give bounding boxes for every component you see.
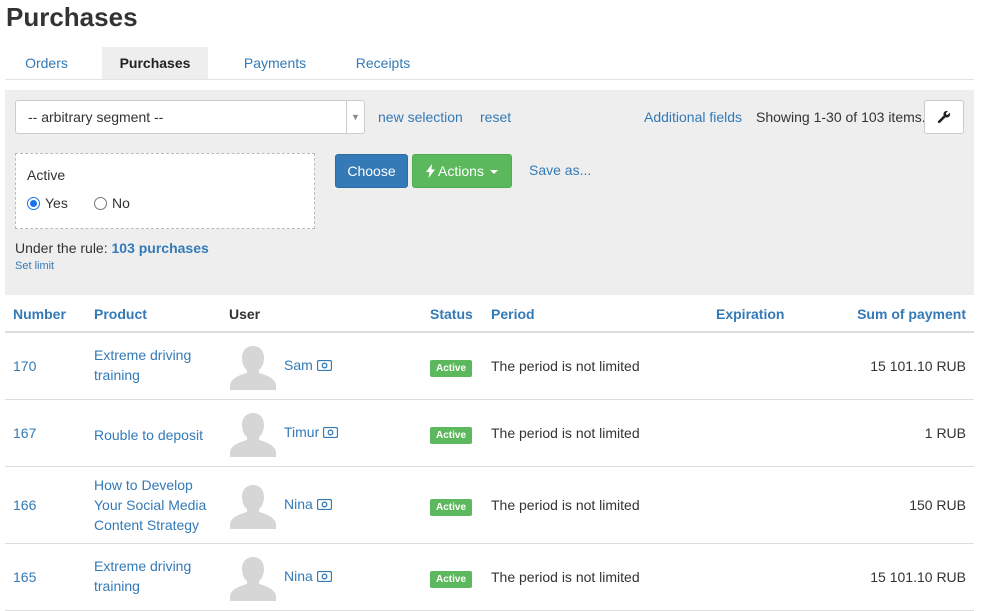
status-badge: Active <box>430 427 473 444</box>
tab-receipts[interactable]: Receipts <box>343 47 423 79</box>
status-badge: Active <box>430 499 473 516</box>
row-number-link[interactable]: 167 <box>13 425 36 441</box>
wrench-icon <box>937 110 951 124</box>
choose-button[interactable]: Choose <box>335 154 408 188</box>
rule-summary: Under the rule: 103 purchases <box>15 240 209 256</box>
radio-no[interactable]: No <box>94 195 130 211</box>
col-product[interactable]: Product <box>94 306 147 322</box>
row-number-link[interactable]: 165 <box>13 569 36 585</box>
row-sum: 150 RUB <box>909 497 966 513</box>
user-avatar-icon <box>230 485 276 529</box>
col-sum[interactable]: Sum of payment <box>857 306 966 322</box>
row-product-link[interactable]: How to Develop Your Social Media Content… <box>94 475 214 535</box>
row-period: The period is not limited <box>491 425 640 441</box>
filter-panel: -- arbitrary segment -- ▼ new selection … <box>5 90 974 295</box>
segment-select-value: -- arbitrary segment -- <box>28 109 164 125</box>
row-sum: 15 101.10 RUB <box>870 358 966 374</box>
actions-button-label: Actions <box>438 163 484 179</box>
row-product-link[interactable]: Extreme driving training <box>94 556 214 596</box>
table-row: 165 Extreme driving training Nina Active… <box>5 544 974 611</box>
row-user[interactable]: Sam <box>284 357 332 373</box>
row-product-link[interactable]: Rouble to deposit <box>94 425 214 445</box>
row-product-link[interactable]: Extreme driving training <box>94 345 214 385</box>
row-user-name[interactable]: Nina <box>284 496 313 512</box>
rule-label: Active <box>27 167 66 183</box>
table-row: 166 How to Develop Your Social Media Con… <box>5 467 974 544</box>
radio-yes-dot[interactable] <box>27 196 40 210</box>
tab-purchases[interactable]: Purchases <box>102 47 208 79</box>
items-count: Showing 1-30 of 103 items. <box>756 109 926 125</box>
id-card-icon[interactable] <box>323 426 339 438</box>
row-period: The period is not limited <box>491 497 640 513</box>
col-user: User <box>229 306 261 322</box>
radio-no-label: No <box>112 195 130 211</box>
tab-bar: Orders Purchases Payments Receipts <box>5 47 974 80</box>
row-user-name[interactable]: Sam <box>284 357 313 373</box>
caret-down-icon <box>489 170 498 174</box>
row-period: The period is not limited <box>491 358 640 374</box>
purchases-table: Number Product User Status Period Expira… <box>5 296 974 611</box>
col-status[interactable]: Status <box>430 306 473 322</box>
user-avatar-icon <box>230 557 276 601</box>
col-expiration[interactable]: Expiration <box>716 306 784 322</box>
page-title: Purchases <box>6 2 138 32</box>
user-avatar-icon <box>230 413 276 457</box>
rule-box: Active Yes No <box>15 153 315 229</box>
col-period[interactable]: Period <box>491 306 535 322</box>
status-badge: Active <box>430 571 473 588</box>
row-sum: 1 RUB <box>924 425 966 441</box>
segment-select[interactable]: -- arbitrary segment -- ▼ <box>15 100 365 134</box>
row-user[interactable]: Timur <box>284 424 339 440</box>
row-sum: 15 101.10 RUB <box>870 569 966 585</box>
row-user[interactable]: Nina <box>284 496 332 512</box>
save-as-link[interactable]: Save as... <box>529 162 591 178</box>
set-limit-link[interactable]: Set limit <box>15 260 54 272</box>
id-card-icon[interactable] <box>316 359 332 371</box>
table-row: 167 Rouble to deposit Timur Active The p… <box>5 400 974 467</box>
tab-orders[interactable]: Orders <box>5 47 88 79</box>
table-row: 170 Extreme driving training Sam Active … <box>5 333 974 400</box>
row-user-name[interactable]: Timur <box>284 424 319 440</box>
table-header: Number Product User Status Period Expira… <box>5 296 974 333</box>
additional-fields-link[interactable]: Additional fields <box>644 109 742 125</box>
radio-yes[interactable]: Yes <box>27 195 68 211</box>
actions-button[interactable]: Actions <box>412 154 512 188</box>
new-selection-link[interactable]: new selection <box>378 109 463 125</box>
settings-button[interactable] <box>924 100 964 134</box>
radio-no-dot[interactable] <box>94 196 107 210</box>
bolt-icon <box>426 164 436 178</box>
user-avatar-icon <box>230 346 276 390</box>
id-card-icon[interactable] <box>316 498 332 510</box>
row-number-link[interactable]: 170 <box>13 358 36 374</box>
col-number[interactable]: Number <box>13 306 66 322</box>
chevron-down-icon: ▼ <box>346 101 364 133</box>
id-card-icon[interactable] <box>316 570 332 582</box>
row-number-link[interactable]: 166 <box>13 497 36 513</box>
row-user-name[interactable]: Nina <box>284 568 313 584</box>
row-user[interactable]: Nina <box>284 568 332 584</box>
rule-summary-prefix: Under the rule: <box>15 240 108 256</box>
status-badge: Active <box>430 360 473 377</box>
rule-count-link[interactable]: 103 purchases <box>112 240 209 256</box>
tab-payments[interactable]: Payments <box>230 47 320 79</box>
reset-link[interactable]: reset <box>480 109 511 125</box>
radio-yes-label: Yes <box>45 195 68 211</box>
row-period: The period is not limited <box>491 569 640 585</box>
